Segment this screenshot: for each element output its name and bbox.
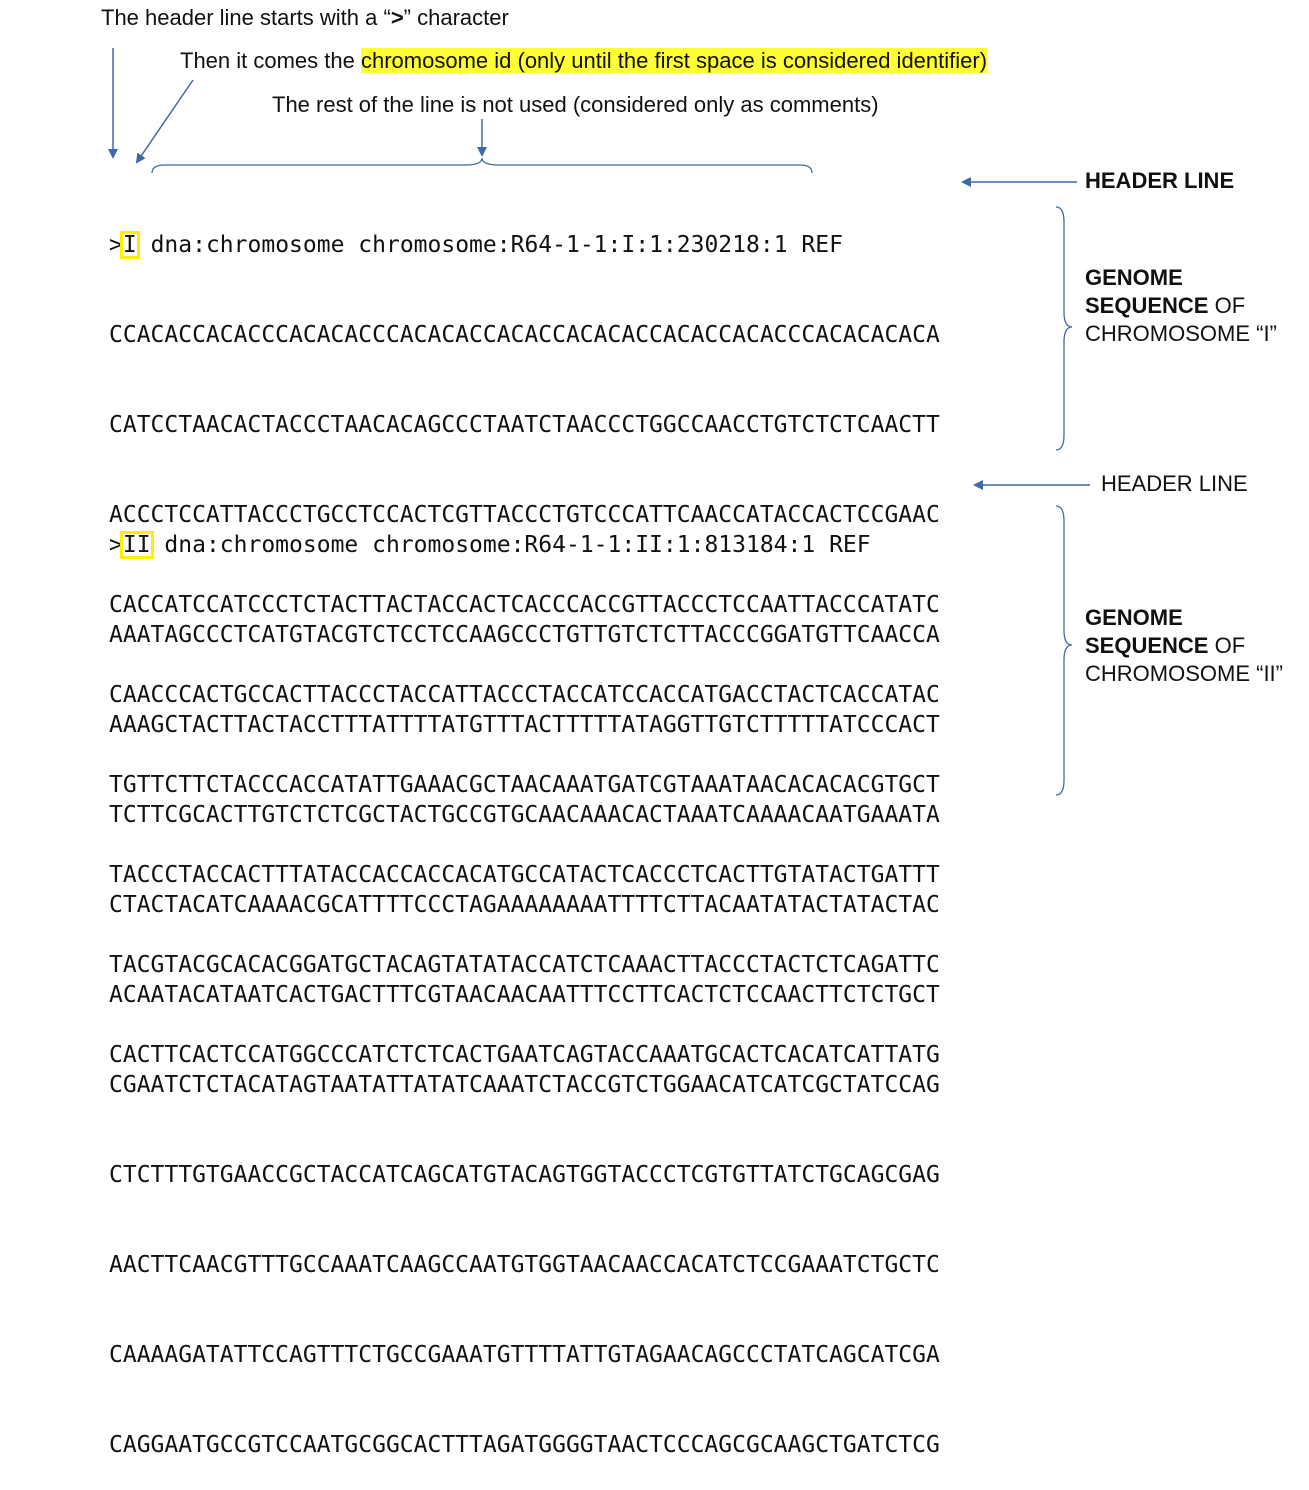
sequence-line: TCTTCGCACTTGTCTCTCGCTACTGCCGTGCAACAAACAC… bbox=[109, 802, 940, 828]
sequence-line: ACAATACATAATCACTGACTTTCGTAACAACAATTTCCTT… bbox=[109, 982, 940, 1008]
genome-brace-I bbox=[1055, 206, 1073, 451]
sequence-line: CAGGAATGCCGTCCAATGCGGCACTTTAGATGGGGTAACT… bbox=[109, 1432, 940, 1458]
genome-brace-II bbox=[1055, 505, 1073, 796]
diagram-connectors bbox=[108, 48, 1090, 796]
arrow-to-chromosome-id bbox=[135, 79, 194, 164]
sequence-line: CTACTACATCAAAACGCATTTTCCCTAGAAAAAAAATTTT… bbox=[109, 892, 940, 918]
sequence-line: CGAATCTCTACATAGTAATATTATATCAAATCTACCGTCT… bbox=[109, 1072, 940, 1098]
sequence-line: CTCTTTGTGAACCGCTACCATCAGCATGTACAGTGGTACC… bbox=[109, 1162, 940, 1188]
sequence-line: CAAAAGATATTCCAGTTTCTGCCGAAATGTTTTATTGTAG… bbox=[109, 1342, 940, 1368]
comment-brace bbox=[151, 157, 813, 174]
sequence-line: AACTTCAACGTTTGCCAAATCAAGCCAATGTGGTAACAAC… bbox=[109, 1252, 940, 1278]
